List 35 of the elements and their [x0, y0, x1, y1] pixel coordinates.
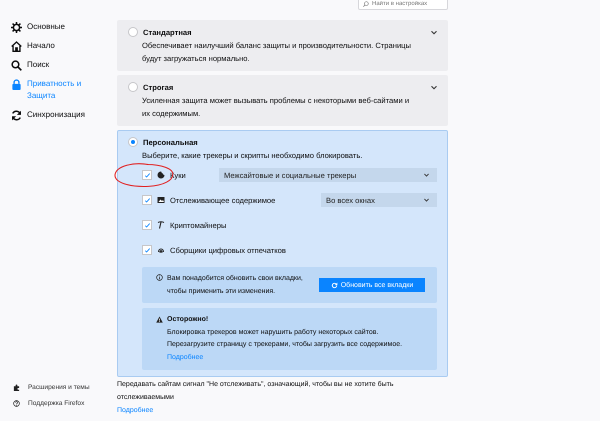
- check-icon: [144, 196, 150, 204]
- gear-icon: [11, 22, 22, 33]
- chevron-icon[interactable]: [431, 84, 437, 90]
- check-icon: [144, 246, 150, 254]
- radio-button[interactable]: [128, 27, 138, 37]
- puzzle-icon: [13, 384, 20, 391]
- sidebar-item[interactable]: Основные: [0, 21, 117, 33]
- checkbox[interactable]: [142, 195, 152, 205]
- reload-icon: [330, 282, 338, 288]
- checkbox[interactable]: [142, 245, 152, 255]
- fingerprint-icon: [157, 246, 165, 254]
- image-icon: [157, 196, 165, 204]
- sidebar-item[interactable]: Начало: [0, 40, 117, 52]
- sidebar-item[interactable]: Приватность и Защита: [0, 78, 117, 102]
- pickaxe-icon: [157, 221, 165, 229]
- sync-icon: [11, 110, 22, 121]
- warning-icon: [156, 316, 163, 323]
- search-icon: [363, 0, 369, 6]
- radio-button[interactable]: [128, 82, 138, 92]
- sidebar-item[interactable]: Синхронизация: [0, 109, 117, 121]
- home-icon: [11, 41, 22, 52]
- checkbox[interactable]: [142, 170, 152, 180]
- check-icon: [144, 172, 150, 178]
- help-icon: [13, 400, 20, 407]
- lock-icon: [11, 79, 22, 90]
- chevron-icon[interactable]: [431, 30, 437, 34]
- check-icon: [144, 222, 150, 228]
- checkbox[interactable]: [142, 220, 152, 230]
- cookie-icon: [157, 171, 165, 179]
- caret-icon: [424, 198, 429, 202]
- radio-button[interactable]: [128, 137, 138, 147]
- sidebar-item[interactable]: Поиск: [0, 59, 117, 71]
- search-icon: [11, 60, 22, 71]
- info-icon: [156, 274, 163, 281]
- caret-icon: [424, 173, 429, 177]
